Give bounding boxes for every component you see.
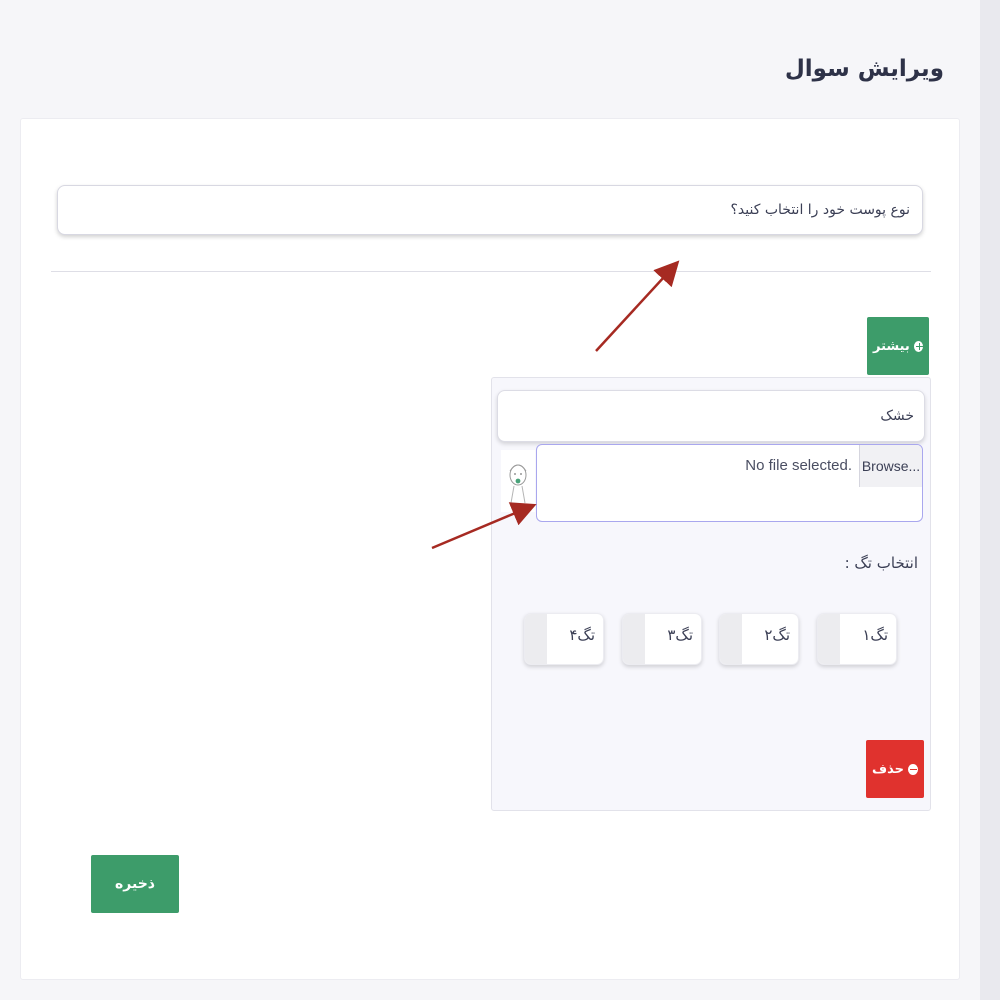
edit-question-page: ویرایش سوال بیشتر Browse... <box>0 0 1000 1000</box>
image-file-input[interactable]: Browse... No file selected. <box>536 444 923 522</box>
page-title: ویرایش سوال <box>784 56 944 82</box>
tag-label: تگ۱ <box>862 626 888 644</box>
tag-chip-3[interactable]: تگ۳ <box>622 613 702 665</box>
tag-checkbox-area[interactable] <box>525 614 547 664</box>
tag-chip-2[interactable]: تگ۲ <box>719 613 799 665</box>
tag-label: تگ۴ <box>569 626 595 644</box>
delete-label: حذف <box>872 761 904 777</box>
delete-option-button[interactable]: حذف <box>866 740 924 798</box>
save-button[interactable]: ذخیره <box>91 855 179 913</box>
question-card: بیشتر Browse... No file selected. انتخاب… <box>20 118 960 980</box>
file-status-text: No file selected. <box>745 457 852 474</box>
tag-checkbox-area[interactable] <box>623 614 645 664</box>
tag-checkbox-area[interactable] <box>720 614 742 664</box>
option-image-thumbnail <box>501 450 535 512</box>
tag-chip-4[interactable]: تگ۴ <box>524 613 604 665</box>
face-illustration-icon <box>509 464 527 504</box>
plus-circle-icon <box>913 340 923 352</box>
tag-chip-1[interactable]: تگ۱ <box>817 613 897 665</box>
option-panel: Browse... No file selected. انتخاب تگ : … <box>491 377 931 811</box>
divider <box>51 271 931 272</box>
tags-label: انتخاب تگ : <box>844 554 918 572</box>
minus-circle-icon <box>907 763 918 775</box>
tag-label: تگ۲ <box>764 626 790 644</box>
question-text-input[interactable] <box>57 185 923 235</box>
add-more-button[interactable]: بیشتر <box>867 317 929 375</box>
browse-button[interactable]: Browse... <box>859 445 922 487</box>
tag-checkbox-area[interactable] <box>818 614 840 664</box>
option-text-input[interactable] <box>497 390 925 442</box>
add-more-label: بیشتر <box>873 338 910 354</box>
page-scrollbar[interactable] <box>980 0 1000 1000</box>
save-label: ذخیره <box>115 876 155 892</box>
tag-label: تگ۳ <box>667 626 693 644</box>
